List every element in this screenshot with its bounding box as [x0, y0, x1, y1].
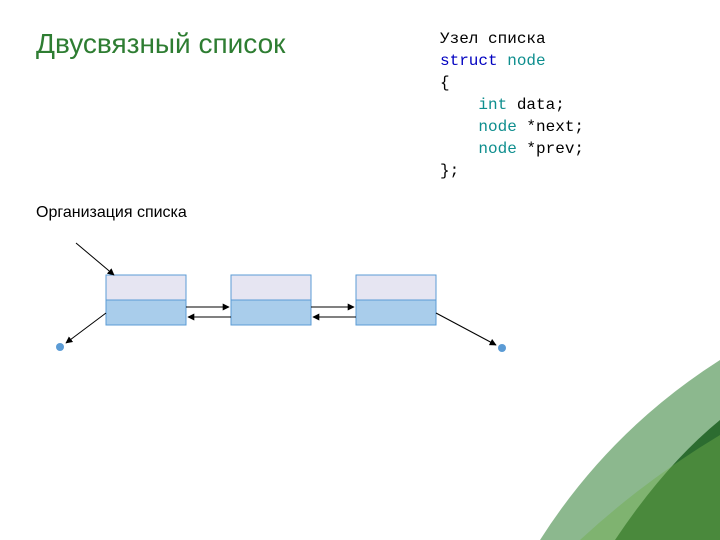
code-line-2: {	[440, 72, 584, 94]
code-line-5: node *prev;	[440, 138, 584, 160]
null-prev-arrow	[66, 313, 106, 343]
head-arrow	[76, 243, 114, 275]
code-line-3: int data;	[440, 94, 584, 116]
null-marker	[498, 344, 506, 352]
slide-title: Двусвязный список	[36, 28, 285, 60]
diagram-caption: Организация списка	[36, 204, 187, 222]
code-line-1: struct node	[440, 50, 584, 72]
list-node	[231, 275, 311, 325]
null-marker	[56, 343, 64, 351]
code-line-4: node *next;	[440, 116, 584, 138]
slide: Двусвязный список Узел списка struct nod…	[0, 0, 720, 540]
null-next-arrow	[436, 313, 496, 345]
linked-list-diagram	[36, 235, 556, 395]
list-node	[356, 275, 436, 325]
code-line-6: };	[440, 160, 584, 182]
code-caption: Узел списка	[440, 28, 584, 50]
code-block: Узел списка struct node { int data; node…	[440, 28, 584, 182]
list-node	[106, 275, 186, 325]
